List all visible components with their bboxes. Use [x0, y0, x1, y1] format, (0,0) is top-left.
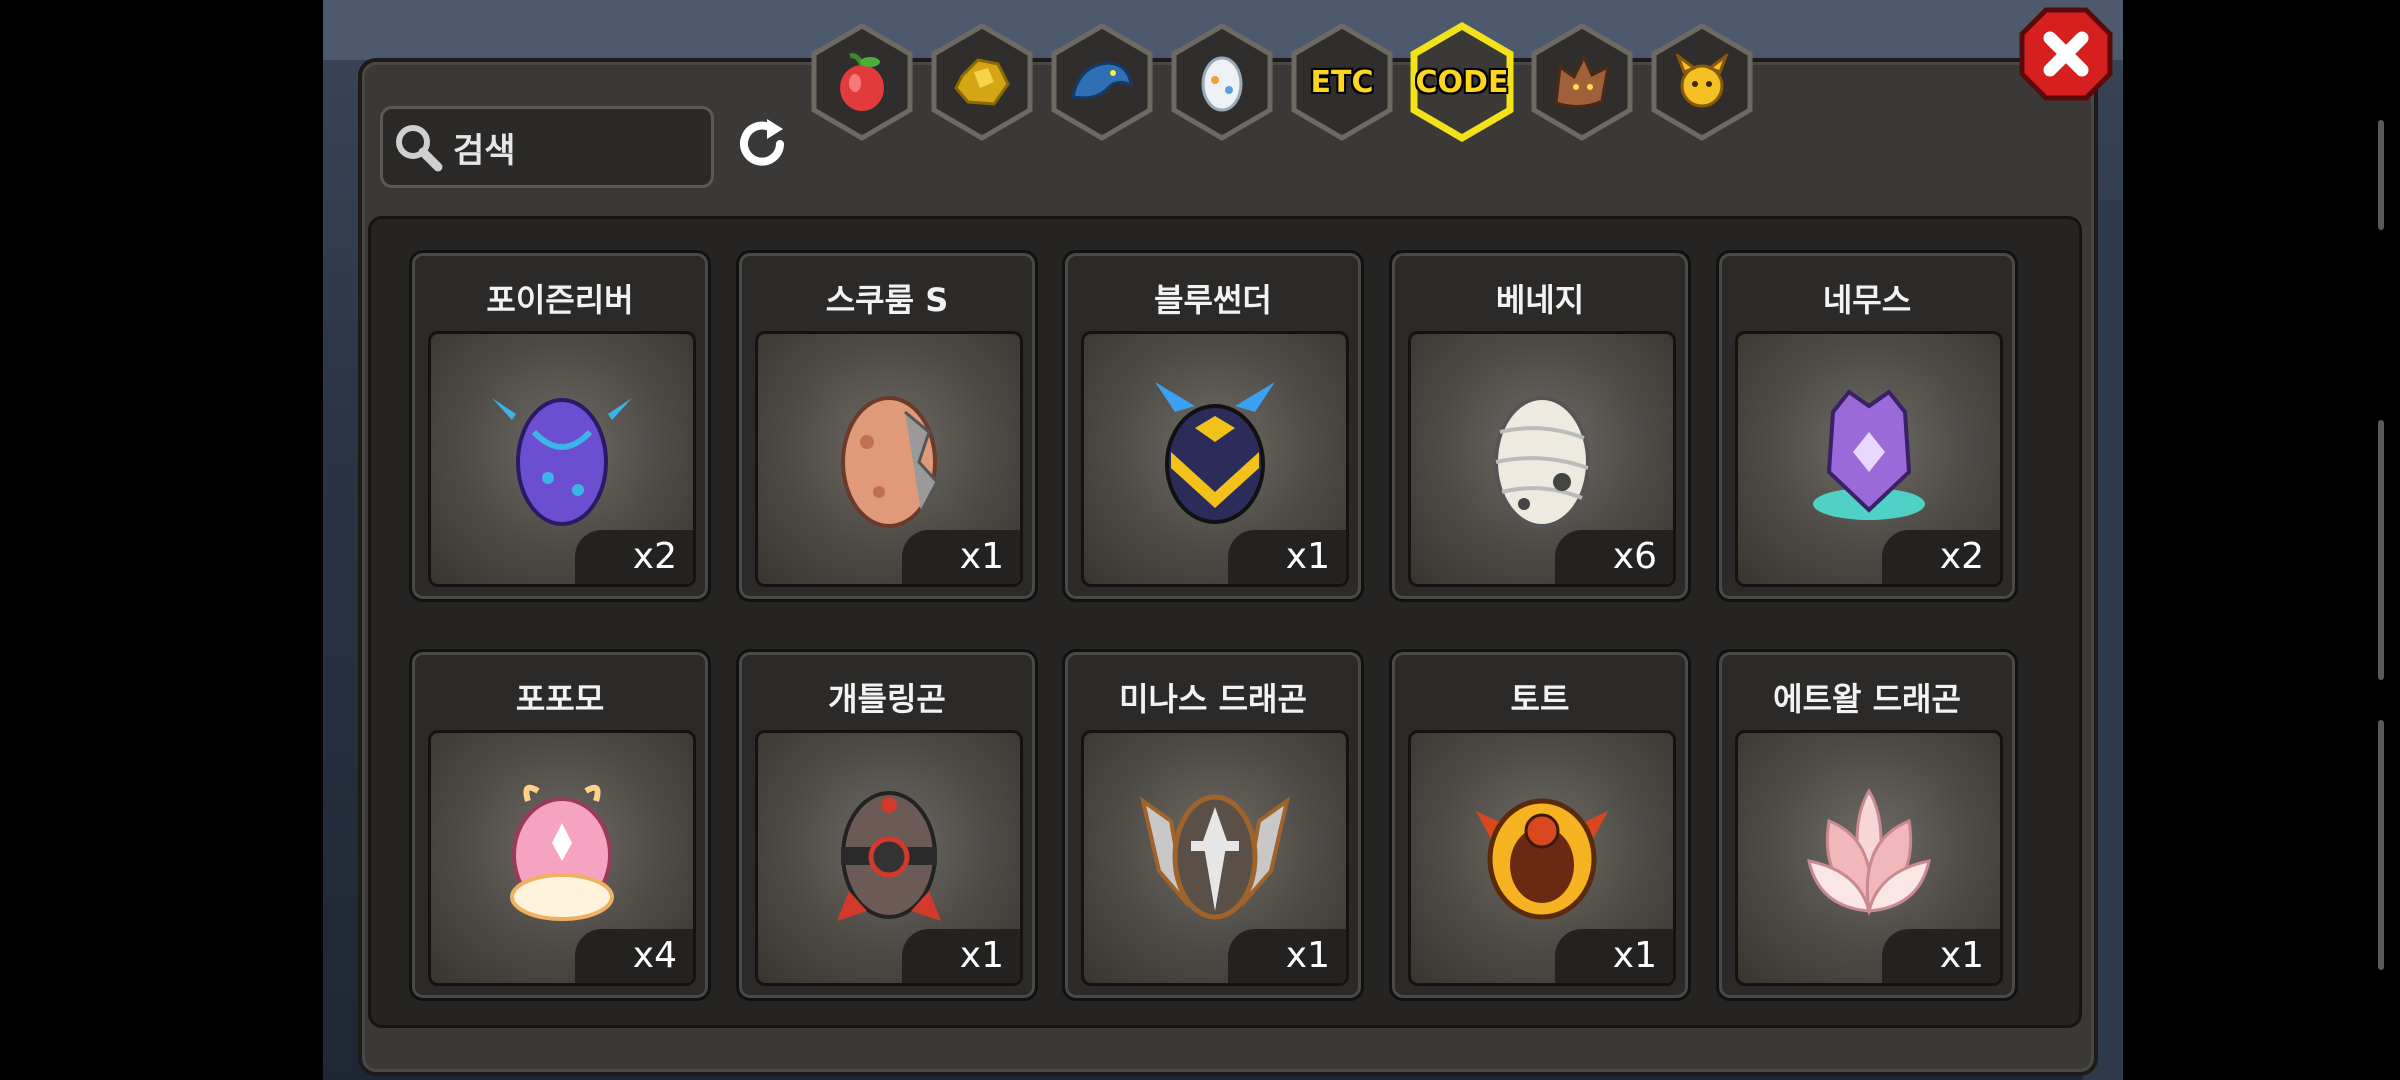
- tab-dragon-head[interactable]: [1048, 22, 1156, 142]
- egg-count: x2: [575, 530, 693, 584]
- tab-beast[interactable]: [1528, 22, 1636, 142]
- egg-card[interactable]: 스쿠룸 S x1: [736, 250, 1038, 602]
- egg-card[interactable]: 포이즌리버 x2: [409, 250, 711, 602]
- egg-slot: x1: [755, 730, 1023, 986]
- beast-head-icon: [1554, 53, 1610, 108]
- egg-card[interactable]: 네무스 x2: [1716, 250, 2018, 602]
- egg-count: x1: [1555, 929, 1673, 983]
- gold-ore-icon: [954, 58, 1010, 106]
- egg-name: 토트: [1510, 680, 1570, 718]
- egg-name: 베네지: [1495, 281, 1585, 319]
- search-placeholder: 검색: [453, 130, 516, 171]
- egg-name: 미나스 드래곤: [1119, 680, 1307, 718]
- bandaged-egg-icon: [1494, 396, 1590, 528]
- egg-count: x1: [1228, 530, 1346, 584]
- egg-slot: x1: [755, 331, 1023, 587]
- egg-count: x2: [1882, 530, 2000, 584]
- tab-fruit[interactable]: [808, 22, 916, 142]
- egg-count: x1: [1228, 929, 1346, 983]
- egg-count: x1: [902, 530, 1020, 584]
- egg-slot: x2: [1735, 331, 2003, 587]
- egg-card[interactable]: 개틀링곤 x1: [736, 649, 1038, 1001]
- egg-name: 포포모: [515, 680, 605, 718]
- tab-egg[interactable]: [1168, 22, 1276, 142]
- egg-name: 네무스: [1822, 281, 1912, 319]
- horned-pet-icon: [1675, 54, 1729, 108]
- egg-name: 스쿠룸 S: [825, 281, 949, 319]
- winged-silver-egg-icon: [1139, 794, 1291, 920]
- egg-count: x4: [575, 929, 693, 983]
- crystal-purple-egg-icon: [1813, 389, 1925, 520]
- egg-name: 블루썬더: [1154, 281, 1272, 319]
- egg-count: x1: [1882, 929, 2000, 983]
- egg-card[interactable]: 베네지 x6: [1389, 250, 1691, 602]
- egg-slot: x1: [1735, 730, 2003, 986]
- refresh-icon: [740, 119, 784, 166]
- egg-card[interactable]: 에트왈 드래곤 x1: [1716, 649, 2018, 1001]
- close-icon: [2019, 7, 2113, 101]
- armored-thunder-egg-icon: [1155, 382, 1275, 524]
- tab-pet[interactable]: [1648, 22, 1756, 142]
- egg-slot: x1: [1081, 331, 1349, 587]
- purple-spiked-egg-icon: [492, 398, 632, 526]
- egg-card[interactable]: 포포모 x4: [409, 649, 711, 1001]
- system-edge-indicator: [2378, 420, 2384, 680]
- fire-ring-egg-icon: [1476, 798, 1608, 920]
- egg-name: 포이즌리버: [486, 281, 634, 319]
- pink-fluffy-egg-icon: [510, 784, 614, 921]
- tab-code[interactable]: CODE: [1408, 22, 1516, 142]
- tab-etc-label: ETC: [1310, 64, 1374, 100]
- egg-card[interactable]: 블루썬더 x1: [1062, 250, 1364, 602]
- egg-slot: x2: [428, 331, 696, 587]
- tab-etc[interactable]: ETC: [1288, 22, 1396, 142]
- egg-count: x1: [902, 929, 1020, 983]
- fruit-icon: [840, 53, 884, 111]
- system-edge-indicator: [2378, 120, 2384, 230]
- egg-slot: x6: [1408, 331, 1676, 587]
- egg-card[interactable]: 미나스 드래곤 x1: [1062, 649, 1364, 1001]
- egg-slot: x1: [1408, 730, 1676, 986]
- cracked-orange-egg-icon: [841, 396, 939, 528]
- egg-name: 개틀링곤: [828, 680, 946, 718]
- blue-dragon-head-icon: [1071, 61, 1133, 100]
- system-edge-indicator: [2378, 720, 2384, 970]
- egg-slot: x4: [428, 730, 696, 986]
- category-tabs: ETC CODE: [800, 14, 1760, 144]
- mechanical-egg-icon: [837, 791, 941, 921]
- tab-code-label: CODE: [1415, 64, 1509, 100]
- close-button[interactable]: [2018, 6, 2114, 102]
- egg-card[interactable]: 토트 x1: [1389, 649, 1691, 1001]
- lotus-egg-icon: [1807, 788, 1931, 917]
- egg-count: x6: [1555, 530, 1673, 584]
- egg-name: 에트왈 드래곤: [1773, 680, 1961, 718]
- search-icon: [383, 121, 453, 173]
- egg-slot: x1: [1081, 730, 1349, 986]
- search-input[interactable]: 검색: [380, 106, 714, 188]
- egg-icon: [1201, 56, 1243, 112]
- refresh-button[interactable]: [730, 112, 794, 176]
- tab-gold[interactable]: [928, 22, 1036, 142]
